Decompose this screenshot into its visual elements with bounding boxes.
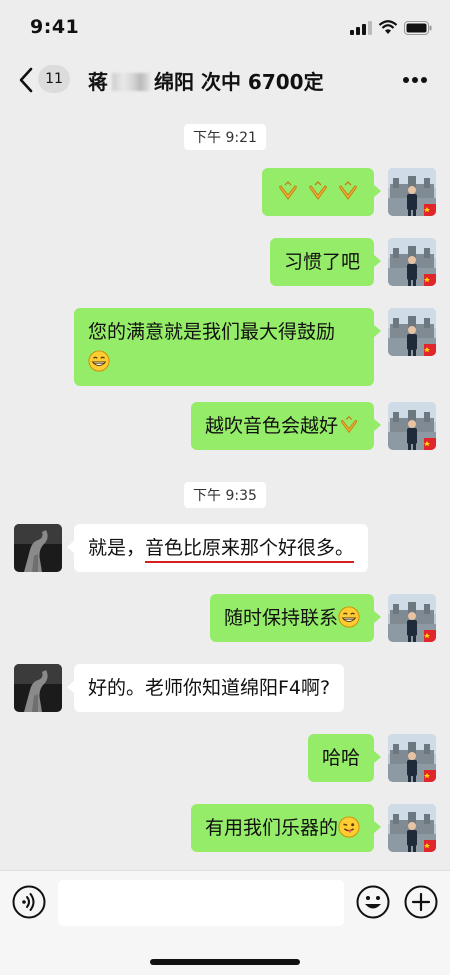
folded-hands-icon (276, 179, 300, 203)
avatar-self[interactable] (388, 804, 436, 852)
message-bubble-received[interactable]: 就是，音色比原来那个好很多。 (66, 524, 369, 572)
message-text: 好的。老师你知道绵阳F4啊? (88, 677, 331, 699)
message-text: 有用我们乐器的 (204, 817, 338, 839)
avatar-self[interactable] (388, 594, 436, 642)
wifi-icon (378, 20, 398, 34)
message-bubble-sent[interactable]: 有用我们乐器的 (190, 804, 382, 852)
avatar-contact[interactable] (14, 524, 62, 572)
message-text: 越吹音色会越好 (204, 415, 338, 437)
avatar-self[interactable] (388, 308, 436, 356)
chat-title-prefix: 蒋 (88, 70, 108, 94)
timestamp-separator: 下午 9:35 (184, 482, 266, 508)
underlined-message-text: 音色比原来那个好很多。 (145, 537, 355, 563)
status-time: 9:41 (30, 16, 80, 38)
message-bubble-sent[interactable]: 哈哈 (307, 734, 382, 782)
message-bubble-received[interactable]: 好的。老师你知道绵阳F4啊? (66, 664, 345, 712)
avatar-self[interactable] (388, 238, 436, 286)
chat-title: 蒋 绵阳 次中 6700定 (88, 66, 324, 95)
battery-icon (404, 20, 432, 35)
message-list[interactable]: 下午 9:21 习惯了吧 您的满意就是我们最大得鼓励 越吹音色会越好 下午 9:… (0, 108, 450, 870)
more-options-icon[interactable] (402, 76, 428, 84)
grinning-face-icon (338, 606, 360, 628)
message-bubble-sent[interactable]: 习惯了吧 (269, 238, 382, 286)
folded-hands-icon (336, 179, 360, 203)
avatar-self[interactable] (388, 402, 436, 450)
grinning-face-icon (88, 350, 110, 372)
emoji-picker-icon[interactable] (356, 885, 390, 919)
avatar-self[interactable] (388, 734, 436, 782)
status-bar: 9:41 (0, 0, 450, 52)
input-bar (0, 870, 450, 975)
message-text: 您的满意就是我们最大得鼓励 (88, 321, 336, 343)
message-bubble-sent[interactable]: 您的满意就是我们最大得鼓励 (74, 308, 381, 386)
timestamp-separator: 下午 9:21 (184, 124, 266, 150)
message-text: 哈哈 (321, 747, 360, 769)
voice-input-icon[interactable] (12, 885, 46, 919)
winking-tongue-face-icon (338, 816, 360, 838)
message-bubble-sent[interactable]: 随时保持联系 (209, 594, 382, 642)
folded-hands-icon (306, 179, 330, 203)
avatar-contact[interactable] (14, 664, 62, 712)
cellular-signal-icon (350, 20, 372, 35)
redacted-name-mosaic (112, 73, 150, 91)
message-input[interactable] (58, 880, 344, 926)
status-icons (350, 20, 432, 35)
avatar-self[interactable] (388, 168, 436, 216)
message-bubble-sent[interactable]: 越吹音色会越好 (190, 402, 382, 450)
chat-title-suffix: 绵阳 次中 6700定 (154, 70, 324, 94)
chat-header: 11 蒋 绵阳 次中 6700定 (0, 52, 450, 108)
message-text: 随时保持联系 (223, 607, 338, 629)
more-functions-plus-icon[interactable] (404, 885, 438, 919)
home-indicator[interactable] (150, 959, 300, 965)
message-text: 就是， (88, 537, 146, 559)
message-text: 习惯了吧 (283, 251, 360, 273)
unread-count-badge[interactable]: 11 (38, 65, 70, 93)
folded-hands-icon (338, 414, 360, 436)
back-arrow-icon[interactable] (18, 66, 34, 94)
message-bubble-sent[interactable] (261, 168, 382, 216)
